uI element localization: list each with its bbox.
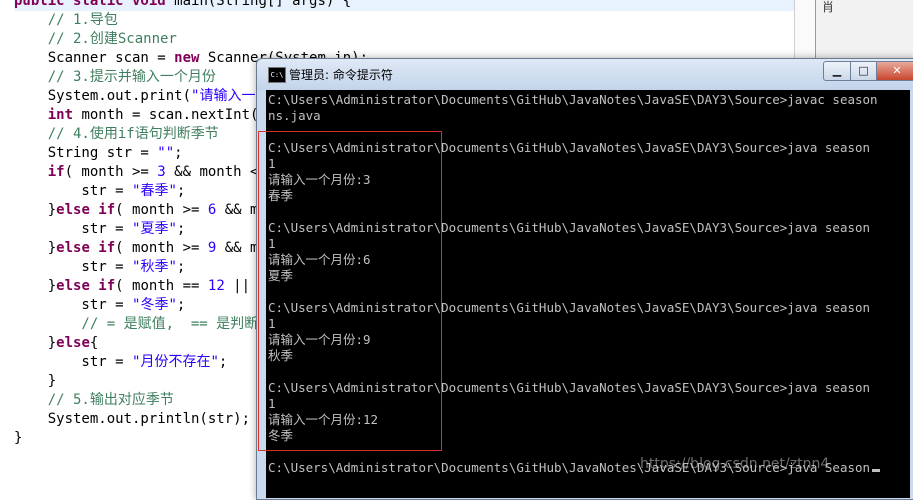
maximize-button[interactable]: □ [850, 61, 877, 81]
code-token: // 4.使用if语句判断季节 [14, 126, 219, 142]
close-button[interactable]: ✕ [876, 61, 913, 81]
code-token: str = [14, 354, 133, 370]
code-token: ( month == [115, 278, 208, 294]
code-line[interactable]: // 2.创建Scanner [14, 30, 177, 49]
code-token: str = [14, 221, 133, 237]
code-token: String str = [14, 145, 158, 161]
code-token: "夏季" [132, 221, 177, 237]
console-line: ns.java [268, 108, 321, 124]
code-line[interactable]: str = "冬季"; [14, 296, 185, 315]
code-token: ( month >= [115, 240, 208, 256]
code-token: ; [176, 297, 186, 313]
code-token: if [14, 164, 65, 180]
code-token: else if [56, 278, 116, 294]
code-line[interactable]: } [14, 429, 22, 448]
code-token: } [14, 278, 57, 294]
code-token: str = [14, 259, 133, 275]
code-token: ; [218, 354, 228, 370]
code-token: "秋季" [132, 259, 177, 275]
code-token: } [14, 430, 23, 446]
code-token: ( month >= [115, 202, 208, 218]
code-line[interactable]: System.out.println(str); [14, 410, 250, 429]
watermark: https://blog.csdn.net/ztnn4 [640, 456, 830, 472]
editor-gutter [0, 0, 14, 485]
code-token: System.out.println(str); [14, 411, 251, 427]
code-line[interactable]: str = "月份不存在"; [14, 353, 227, 372]
code-line[interactable]: str = "秋季"; [14, 258, 185, 277]
code-token: ; [174, 145, 183, 161]
code-line[interactable]: // 3.提示并输入一个月份 [14, 68, 216, 87]
console-line-text: C:\Users\Administrator\Documents\GitHub\… [268, 92, 878, 107]
code-token: } [14, 335, 57, 351]
window-title: 管理员: 命令提示符 [289, 68, 393, 82]
code-token: month = scan.nextInt(); [81, 107, 276, 123]
code-line[interactable]: public static void main(String[] args) { [14, 0, 794, 11]
text-cursor [872, 469, 881, 472]
code-token: str = [14, 297, 133, 313]
code-line[interactable]: String str = ""; [14, 144, 183, 163]
code-token: "春季" [132, 183, 177, 199]
code-line[interactable]: str = "夏季"; [14, 220, 185, 239]
code-token: System.out.print( [14, 88, 192, 104]
code-token: 3 [157, 164, 166, 180]
code-line[interactable]: } [14, 372, 56, 391]
code-token: { [89, 335, 99, 351]
code-token: else if [56, 202, 116, 218]
code-line[interactable]: int month = scan.nextInt(); [14, 106, 276, 125]
code-token: else [56, 335, 90, 351]
code-token: else if [56, 240, 116, 256]
code-token: // 1.导包 [14, 12, 118, 28]
code-token: "冬季" [132, 297, 177, 313]
minimize-button[interactable]: ▁ [823, 61, 851, 81]
code-token: } [14, 240, 57, 256]
console-line-text: ns.java [268, 108, 321, 123]
code-line[interactable]: // = 是赋值, == 是判断 [14, 315, 258, 334]
code-token: } [14, 373, 57, 389]
code-token: 12 [207, 278, 225, 294]
code-token: "" [157, 145, 175, 161]
code-token: ; [176, 221, 186, 237]
code-token: // 2.创建Scanner [14, 31, 177, 47]
code-token: } [14, 202, 57, 218]
code-token: ( month >= [64, 164, 158, 180]
code-token: new [174, 50, 208, 66]
code-line[interactable]: // 4.使用if语句判断季节 [14, 125, 219, 144]
code-token: int [14, 107, 82, 123]
code-line[interactable]: str = "春季"; [14, 182, 185, 201]
code-token: str = [14, 183, 133, 199]
code-token: "月份不存在" [132, 354, 219, 370]
code-token: // 5.输出对应季节 [14, 392, 174, 408]
console-line: C:\Users\Administrator\Documents\GitHub\… [268, 92, 878, 108]
code-token: // = 是赋值, == 是判断 [14, 316, 259, 332]
title-bar[interactable]: C:\ 管理员: 命令提示符 ▁ □ ✕ [257, 59, 913, 90]
side-panel-label: 肖 [822, 0, 835, 14]
code-line[interactable]: // 5.输出对应季节 [14, 391, 174, 410]
code-line[interactable]: // 1.导包 [14, 11, 118, 30]
code-token: ; [176, 259, 186, 275]
code-token: public static void [14, 0, 175, 9]
highlight-box [258, 131, 442, 451]
code-token: ; [176, 183, 186, 199]
code-token: Scanner scan = [14, 50, 175, 66]
code-token: main(String[] args) { [174, 0, 352, 9]
code-line[interactable]: }else{ [14, 334, 99, 353]
code-token: // 3.提示并输入一个月份 [14, 69, 216, 85]
console-icon: C:\ [268, 67, 286, 83]
